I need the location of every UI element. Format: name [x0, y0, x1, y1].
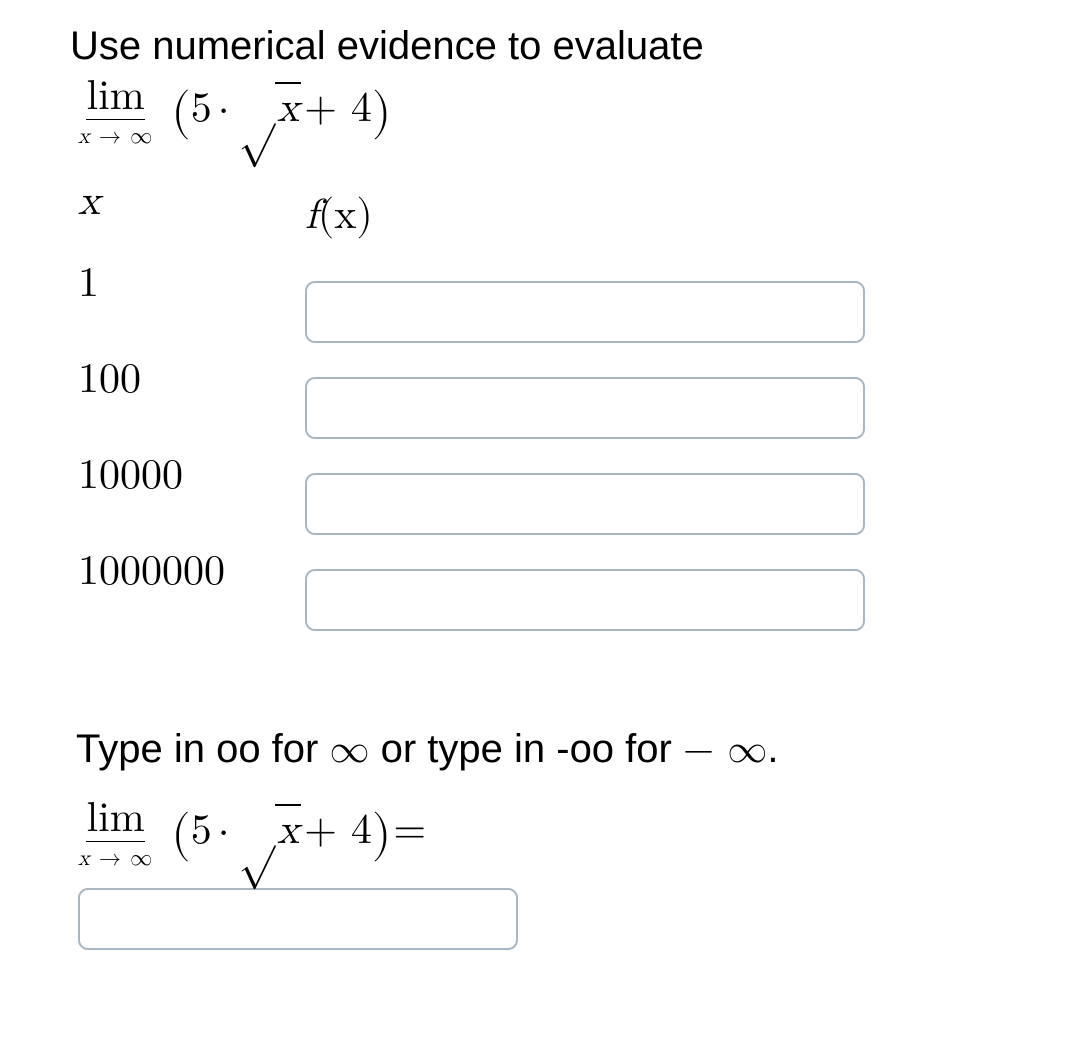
table-row: [305, 264, 865, 360]
table-row: [305, 360, 865, 456]
radical-icon: √: [238, 86, 275, 139]
lim-subscript: x → ∞: [78, 846, 153, 872]
lim-subscript: x → ∞: [78, 124, 153, 150]
limit-expression-top: lim x → ∞ ( 5 · √ x + 4 ): [78, 76, 1010, 150]
sqrt: √ x: [238, 82, 301, 135]
close-paren: ): [372, 804, 391, 864]
open-paren: (: [171, 804, 190, 864]
header-x: x: [78, 168, 225, 236]
function-body: ( 5 · √ x + 4 ): [171, 76, 391, 136]
table-row: [305, 552, 865, 648]
instruction-text: Use numerical evidence to evaluate: [70, 20, 1010, 72]
lim-operator: lim x → ∞: [78, 798, 153, 872]
lim-word: lim: [86, 76, 144, 120]
x-cell: 1: [78, 236, 225, 332]
lim-word: lim: [86, 798, 144, 842]
lim-operator: lim x → ∞: [78, 76, 153, 150]
open-paren: (: [171, 82, 190, 142]
close-paren: ): [372, 82, 391, 142]
hint-text: Type in oo for ∞ or type in -oo for − ∞.: [76, 726, 1010, 774]
header-fx: f(x): [305, 168, 865, 264]
limit-answer-input[interactable]: [78, 888, 518, 950]
fx-input-1[interactable]: [305, 281, 865, 343]
radical-icon: √: [238, 808, 275, 861]
x-cell: 10000: [78, 428, 225, 524]
x-column: x 1 100 10000 1000000: [78, 168, 225, 620]
problem-container: Use numerical evidence to evaluate lim x…: [0, 0, 1080, 950]
function-body: ( 5 · √ x + 4 ) =: [171, 798, 426, 858]
fx-input-4[interactable]: [305, 569, 865, 631]
fx-column: f(x): [305, 168, 865, 648]
fx-input-3[interactable]: [305, 473, 865, 535]
x-cell: 1000000: [78, 524, 225, 620]
sqrt: √ x: [238, 804, 301, 857]
fx-input-2[interactable]: [305, 377, 865, 439]
value-table: x 1 100 10000 1000000 f(x): [78, 168, 1010, 648]
table-row: [305, 456, 865, 552]
answer-input-wrap: [78, 888, 1010, 950]
x-cell: 100: [78, 332, 225, 428]
limit-expression-answer: lim x → ∞ ( 5 · √ x + 4 ) =: [78, 798, 1010, 872]
